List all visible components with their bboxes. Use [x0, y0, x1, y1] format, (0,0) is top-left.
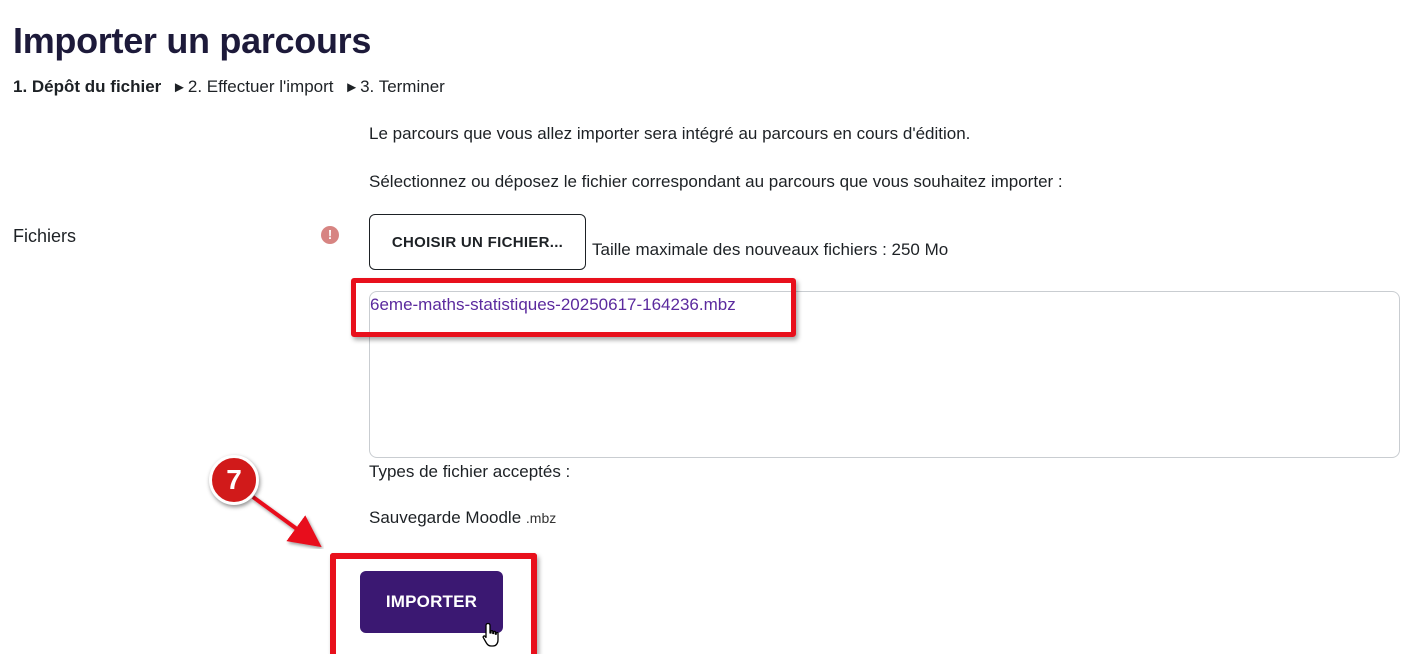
- step-number-badge: 7: [209, 455, 259, 505]
- files-field-label: Fichiers: [13, 226, 77, 246]
- step-separator-icon: ►: [344, 79, 360, 96]
- intro-text-2: Sélectionnez ou déposez le fichier corre…: [369, 172, 1063, 191]
- import-course-page: Importer un parcours 1. Dépôt du fichier…: [0, 0, 1426, 654]
- choose-file-button[interactable]: CHOISIR UN FICHIER...: [369, 214, 586, 270]
- max-file-size-text: Taille maximale des nouveaux fichiers : …: [592, 240, 949, 259]
- accepted-type-extension: .mbz: [525, 510, 557, 526]
- step-2: 2. Effectuer l'import: [187, 77, 334, 96]
- step-current: 1. Dépôt du fichier: [13, 77, 162, 96]
- required-icon: !: [321, 226, 339, 244]
- accepted-types-label: Types de fichier acceptés :: [369, 462, 571, 481]
- uploaded-file-highlight-box: [351, 278, 796, 337]
- accepted-type-name: Sauvegarde Moodle: [369, 508, 522, 527]
- step-separator-icon: ►: [172, 79, 187, 96]
- accepted-type-item: Sauvegarde Moodle .mbz: [369, 508, 556, 528]
- page-title: Importer un parcours: [13, 20, 372, 61]
- step-3: 3. Terminer: [360, 77, 445, 96]
- intro-text-1: Le parcours que vous allez importer sera…: [369, 124, 971, 143]
- import-steps-breadcrumb: 1. Dépôt du fichier ►2. Effectuer l'impo…: [13, 77, 445, 97]
- hand-pointer-icon: [482, 622, 499, 647]
